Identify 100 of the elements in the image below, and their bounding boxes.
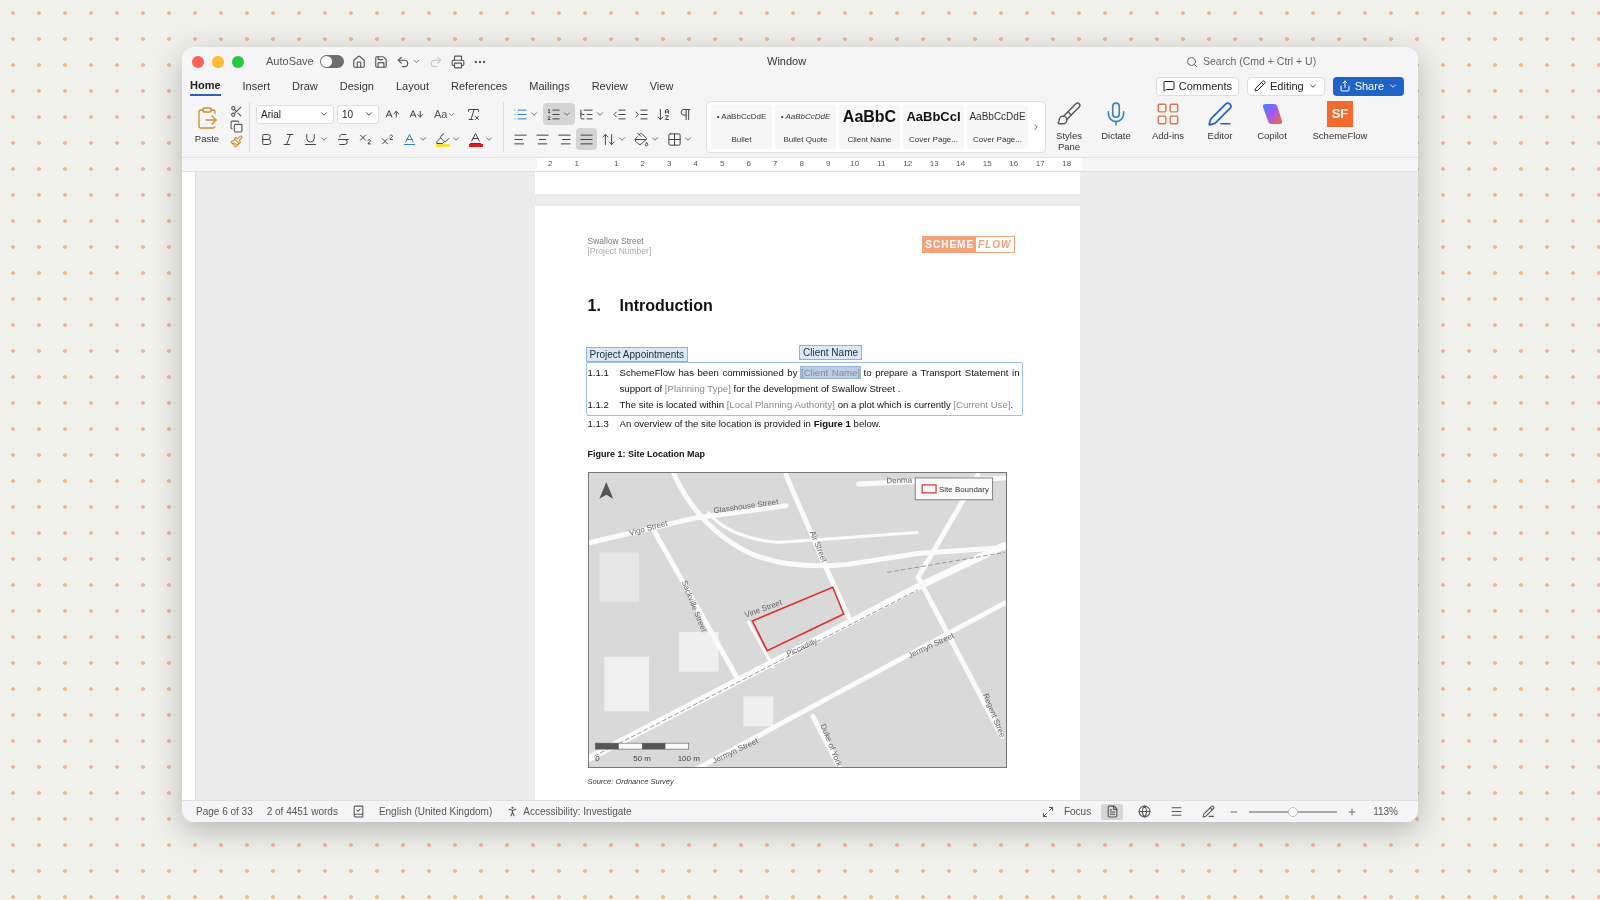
accessibility-status[interactable]: Accessibility: Investigate: [523, 804, 632, 819]
increase-indent-icon: [634, 106, 649, 122]
numbering-icon: [546, 106, 561, 122]
caret-icon: [319, 109, 329, 119]
share-button[interactable]: Share: [1332, 76, 1404, 96]
print-view-button[interactable]: [1101, 803, 1124, 820]
caret-icon: [650, 134, 660, 144]
share-icon: [1338, 80, 1351, 92]
header-project-number: [Project Number]: [587, 246, 652, 256]
justify-icon: [579, 131, 594, 147]
justify-button[interactable]: [576, 128, 597, 150]
highlight-icon: [435, 131, 450, 147]
map-legend: Site Boundary: [914, 477, 993, 500]
search-field[interactable]: Search (Cmd + Ctrl + U): [1186, 53, 1336, 70]
style-option[interactable]: • AaBbCcDdE Bullet Quote: [775, 104, 836, 149]
schemeflow-logo: SF: [1327, 101, 1353, 127]
caret-icon: [1307, 81, 1318, 91]
caret-icon: [562, 109, 572, 119]
italic-icon: [281, 131, 296, 147]
style-option[interactable]: AaBbC Client Name: [839, 104, 900, 149]
ribbon-tab[interactable]: Home: [190, 76, 221, 96]
word-count[interactable]: 2 of 4451 words: [266, 804, 338, 819]
superscript-icon: [380, 131, 395, 147]
autosave-toggle[interactable]: [319, 55, 344, 68]
undo-icon[interactable]: [395, 54, 410, 69]
ribbon-tab[interactable]: Review: [591, 76, 628, 96]
horizontal-ruler: 2 1 1 2 3 4 5 6 7 8 9 10 11 12 13 14 15 16 17 18: [537, 158, 1082, 170]
ribbon-tab[interactable]: Mailings: [529, 76, 570, 96]
show-formatting-icon: [678, 106, 693, 122]
caret-icon: [418, 134, 428, 144]
ribbon-tool-button[interactable]: Dictate: [1094, 101, 1138, 141]
paragraph-number: 1.1.1: [587, 366, 610, 380]
caret-icon: [683, 134, 693, 144]
schemeflow-logo: SCHEME FLOW: [922, 236, 1015, 253]
language-status[interactable]: English (United Kingdom): [378, 804, 493, 819]
addins-icon: [1155, 101, 1181, 127]
caret-icon: [319, 134, 329, 144]
print-icon[interactable]: [450, 54, 465, 69]
font-color-icon: [468, 131, 483, 147]
paragraph-number: 1.1.2: [587, 398, 610, 412]
pencil-icon: [1254, 80, 1266, 92]
focus-icon[interactable]: [1041, 805, 1054, 818]
home-icon[interactable]: [351, 54, 366, 69]
change-case-button[interactable]: Aa: [430, 105, 461, 123]
clear-formatting-icon: [466, 106, 482, 122]
search-icon: [1186, 55, 1198, 68]
ribbon-tool-button[interactable]: Styles Pane: [1052, 101, 1086, 152]
clipboard-icon: [195, 106, 219, 131]
bold-icon: [259, 131, 274, 147]
comment-icon: [1162, 80, 1175, 92]
close-window-control[interactable]: [192, 55, 204, 68]
paragraph-number: 1.1.3: [587, 417, 610, 431]
font-size-field[interactable]: 10: [337, 104, 379, 124]
copy-icon[interactable]: [230, 120, 243, 133]
gallery-more-icon[interactable]: [1031, 121, 1041, 132]
paste-button[interactable]: Paste: [190, 106, 224, 147]
caret-icon: [529, 109, 539, 119]
ribbon-tool-button[interactable]: Add-ins: [1146, 101, 1190, 141]
zoom-level[interactable]: 113%: [1373, 804, 1398, 819]
align-right-icon: [557, 131, 572, 147]
save-icon[interactable]: [373, 54, 388, 69]
page-count[interactable]: Page 6 of 33: [196, 804, 253, 819]
content-control-tag[interactable]: Project Appointments: [585, 347, 688, 362]
shading-icon: [634, 131, 649, 147]
autosave-label: AutoSave: [266, 54, 314, 70]
sort-icon: [656, 106, 671, 122]
ribbon-tab[interactable]: Design: [339, 76, 374, 96]
ribbon-tab[interactable]: Insert: [242, 76, 271, 96]
ribbon-tool-button[interactable]: SF SchemeFlow: [1310, 101, 1370, 141]
style-option[interactable]: AaBbCcDdE Cover Page...: [967, 104, 1028, 149]
outline-view-icon: [1169, 805, 1183, 818]
multilevel-list-icon: [579, 106, 594, 122]
font-name-field[interactable]: Arial: [256, 104, 334, 124]
ribbon-tool-button[interactable]: Copilot: [1250, 101, 1294, 141]
zoom-in-icon[interactable]: [1347, 806, 1358, 817]
editing-button[interactable]: Editing: [1247, 76, 1325, 96]
caret-icon: [1388, 81, 1398, 91]
style-option[interactable]: • AaBbCcDdE Bullet: [711, 104, 772, 149]
paragraph-text: An overview of the site location is provided in Figure 1 below.: [619, 417, 882, 431]
focus-mode[interactable]: Focus: [1063, 804, 1092, 819]
comments-button[interactable]: Comments: [1155, 76, 1239, 96]
ribbon-tab[interactable]: References: [451, 76, 508, 96]
ribbon-tool-button[interactable]: Editor: [1198, 101, 1242, 141]
align-left-icon: [513, 131, 528, 147]
cut-icon[interactable]: [230, 105, 243, 118]
caret-icon: [364, 109, 374, 119]
scale-bar: 0 50 m 100 m: [594, 742, 700, 763]
ribbon-tab[interactable]: View: [649, 76, 674, 96]
style-option[interactable]: AaBbCcI Cover Page...: [903, 104, 964, 149]
header-title: Swallow Street: [587, 236, 645, 246]
proofing-icon[interactable]: [351, 805, 365, 818]
caret-icon[interactable]: [411, 57, 421, 66]
decrease-indent-icon: [612, 106, 627, 122]
strikethrough-icon: [336, 131, 351, 147]
ribbon-tab[interactable]: Layout: [396, 76, 430, 96]
ribbon-tab[interactable]: Draw: [292, 76, 318, 96]
bullets-icon: [513, 106, 528, 122]
section-heading: 1. Introduction: [587, 296, 714, 316]
content-control-tag[interactable]: Client Name: [799, 345, 863, 360]
zoom-slider-thumb[interactable]: [1288, 806, 1299, 817]
